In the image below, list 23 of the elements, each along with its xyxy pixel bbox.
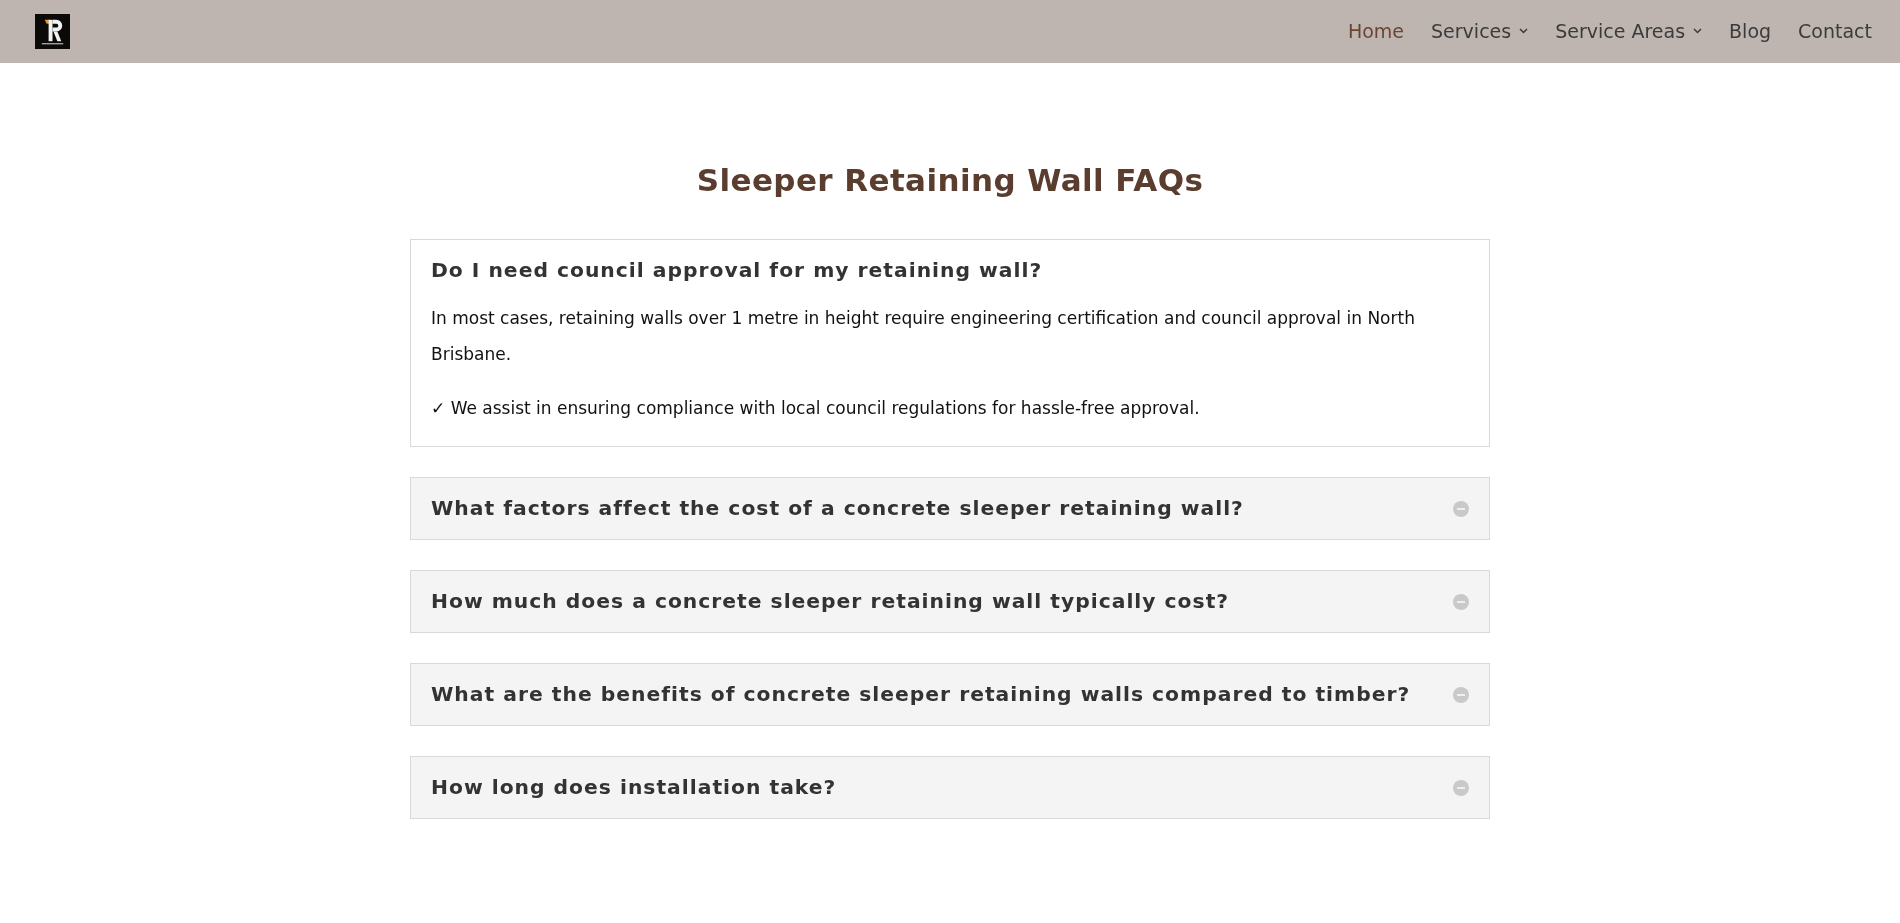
- toggle-icon[interactable]: [1453, 686, 1469, 703]
- faq-question: How much does a concrete sleeper retaining wall typically cost?: [431, 588, 1230, 615]
- faq-answer: In most cases, retaining walls over 1 metre in height require engineering certification and council approval in North Brisbane.: [431, 307, 1416, 366]
- toggle-icon[interactable]: [1453, 779, 1469, 796]
- nav-link[interactable]: Contact: [1798, 19, 1872, 42]
- faq-question: Do I need council approval for my retaining wall?: [431, 257, 1043, 284]
- nav-link[interactable]: Blog: [1729, 19, 1772, 42]
- logo-icon[interactable]: [35, 14, 70, 49]
- nav-link[interactable]: Services: [1431, 19, 1529, 42]
- nav-link[interactable]: Service Areas: [1555, 19, 1703, 42]
- faq-item[interactable]: What factors affect the cost of a concrete sleeper retaining wall?: [410, 477, 1490, 540]
- faq-item[interactable]: What are the benefits of concrete sleeper retaining walls compared to timber?: [410, 663, 1490, 726]
- section-title: Sleeper Retaining Wall FAQs: [695, 161, 1205, 200]
- faq-question: How long does installation take?: [431, 774, 837, 801]
- faq-item[interactable]: How long does installation take?: [410, 756, 1490, 819]
- faq-question: What factors affect the cost of a concrete sleeper retaining wall?: [431, 495, 1244, 522]
- nav-link[interactable]: Home: [1347, 19, 1405, 42]
- toggle-icon[interactable]: [1453, 593, 1469, 610]
- faq-item[interactable]: How much does a concrete sleeper retaining wall typically cost?: [410, 570, 1490, 633]
- faq-answer: ✓ We assist in ensuring compliance with local council regulations for hassle-free approval.: [431, 397, 1201, 420]
- toggle-icon[interactable]: [1453, 500, 1469, 517]
- faq-item[interactable]: [410, 239, 1490, 447]
- faq-question: What are the benefits of concrete sleeper retaining walls compared to timber?: [431, 681, 1411, 708]
